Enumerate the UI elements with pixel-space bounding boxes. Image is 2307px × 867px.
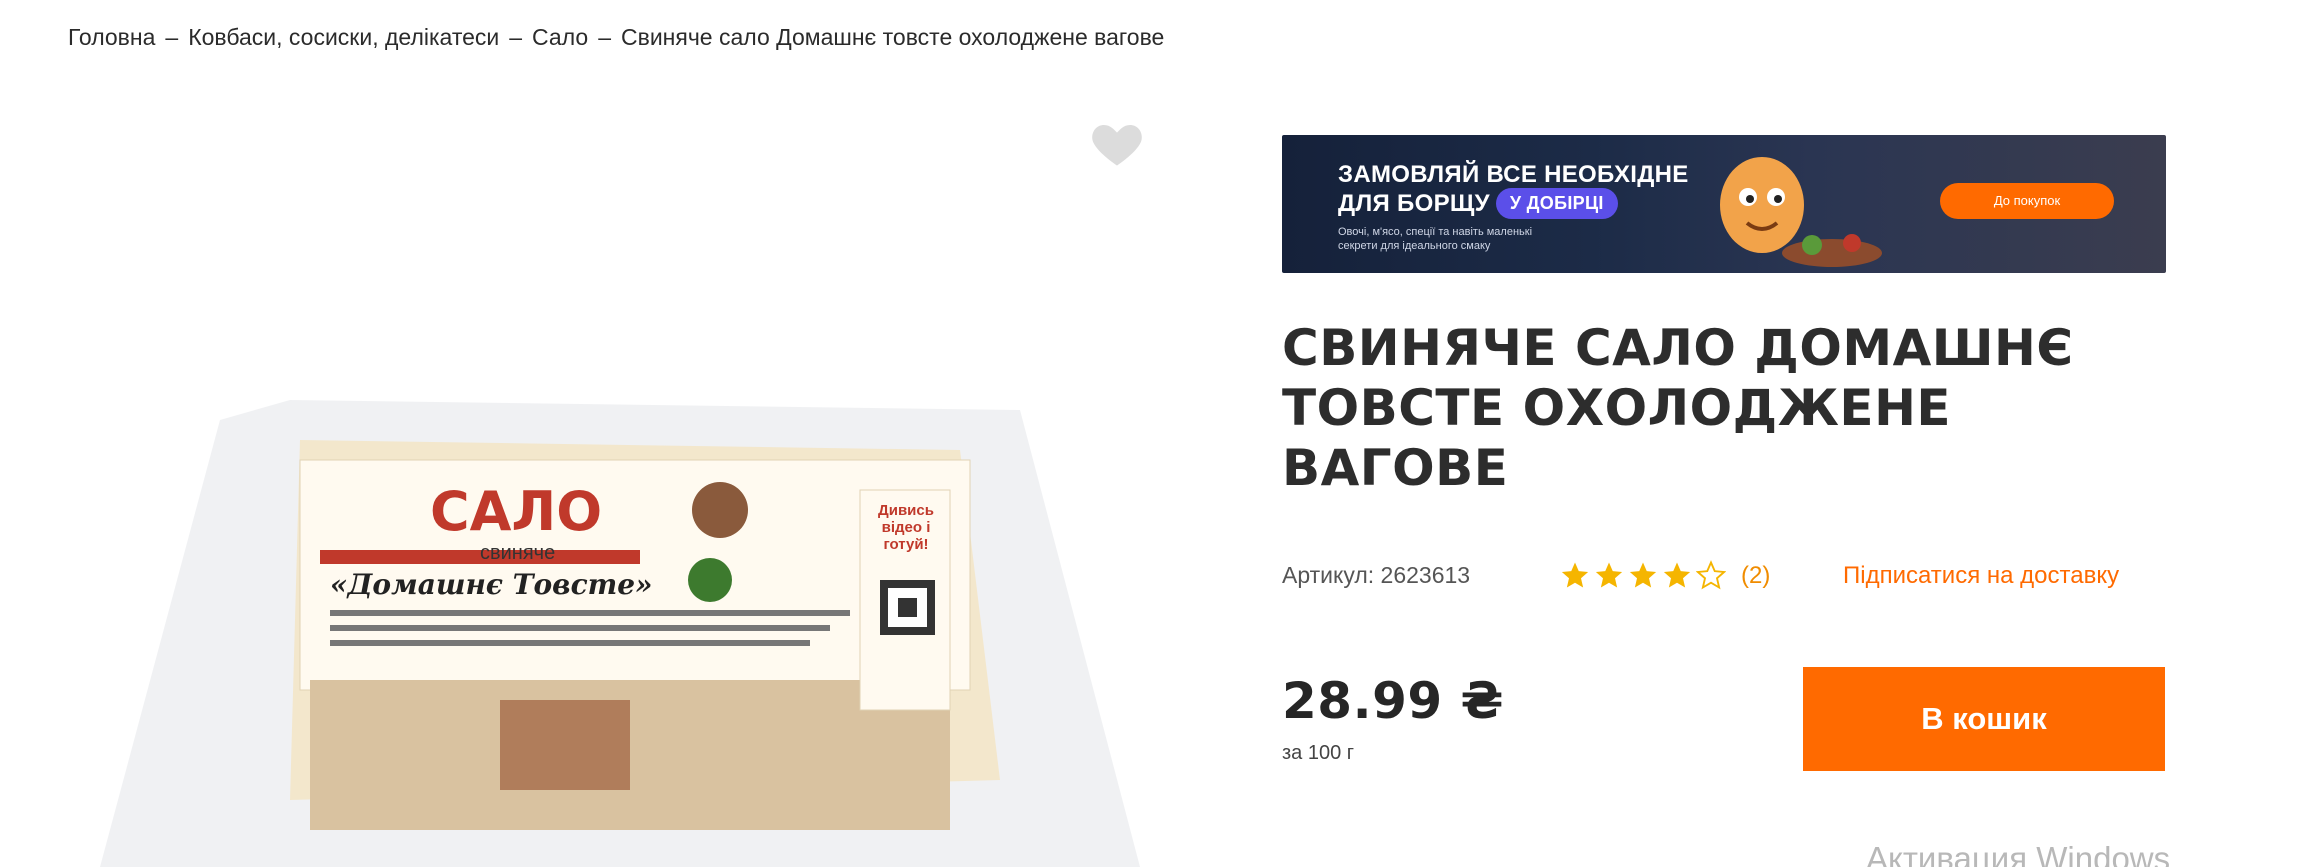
star-filled-icon [1561, 562, 1589, 588]
product-meta: Артикул: 2623613 [1282, 562, 1470, 589]
price-unit: за 100 г [1282, 742, 1355, 764]
sku-label: Артикул: 2623613 [1282, 562, 1471, 588]
breadcrumb: Головна – Ковбаси, сосиски, делікатеси –… [68, 24, 1164, 51]
banner-cta-button[interactable]: До покупок [1940, 183, 2114, 219]
add-to-cart-button[interactable]: В кошик [1803, 667, 2165, 771]
breadcrumb-subcategory[interactable]: Сало [532, 24, 588, 51]
banner-subtext: Овочі, м'ясо, спеції та навіть маленькі … [1338, 226, 1533, 252]
breadcrumb-category[interactable]: Ковбаси, сосиски, делікатеси [188, 24, 499, 51]
banner-pill: У ДОБІРЦІ [1495, 188, 1618, 219]
mascot-illustration-icon [1720, 157, 1882, 267]
package-sub-text: свиняче [480, 542, 556, 564]
breadcrumb-separator: – [598, 24, 611, 50]
breadcrumb-separator: – [509, 24, 523, 50]
subscribe-delivery-link[interactable]: Підписатися на доставку [1843, 562, 2119, 590]
package-name-text: «Домашнє Товсте» [330, 568, 653, 601]
star-filled-icon [1595, 562, 1623, 588]
banner-headline: ЗАМОВЛЯЙ ВСЕ НЕОБХІДНЕ ДЛЯ БОРЩУ У ДОБІРЦ… [1338, 161, 1689, 219]
product-title: СВИНЯЧЕ САЛО ДОМАШНЄ ТОВСТЕ ОХОЛОДЖЕНЕ В… [1282, 319, 2074, 497]
product-price: 28.99 ₴ [1282, 672, 1505, 730]
promo-banner[interactable]: ЗАМОВЛЯЙ ВСЕ НЕОБХІДНЕ ДЛЯ БОРЩУ У ДОБІРЦ… [1282, 135, 2166, 273]
breadcrumb-separator: – [165, 24, 179, 50]
star-filled-icon [1663, 562, 1691, 588]
package-side-text: Дивись відео і готуй! [878, 502, 934, 553]
banner-line2: ДЛЯ БОРЩУ [1338, 190, 1490, 217]
breadcrumb-current: Свиняче сало Домашнє товсте охолоджене в… [620, 24, 1165, 50]
rating-stars[interactable] [1560, 560, 1726, 590]
product-image: САЛО свиняче «Домашнє Товсте» Дивись від… [100, 380, 1140, 867]
package-brand-text: САЛО [430, 480, 603, 543]
star-filled-icon [1629, 562, 1657, 588]
banner-line1: ЗАМОВЛЯЙ ВСЕ НЕОБХІДНЕ [1338, 161, 1689, 188]
star-empty-icon [1696, 560, 1726, 590]
review-count[interactable]: (2) [1741, 562, 1770, 590]
breadcrumb-home[interactable]: Головна [68, 24, 155, 51]
favorite-heart-icon[interactable] [1090, 118, 1144, 168]
windows-activation-watermark: Активация Windows [1866, 840, 2171, 867]
